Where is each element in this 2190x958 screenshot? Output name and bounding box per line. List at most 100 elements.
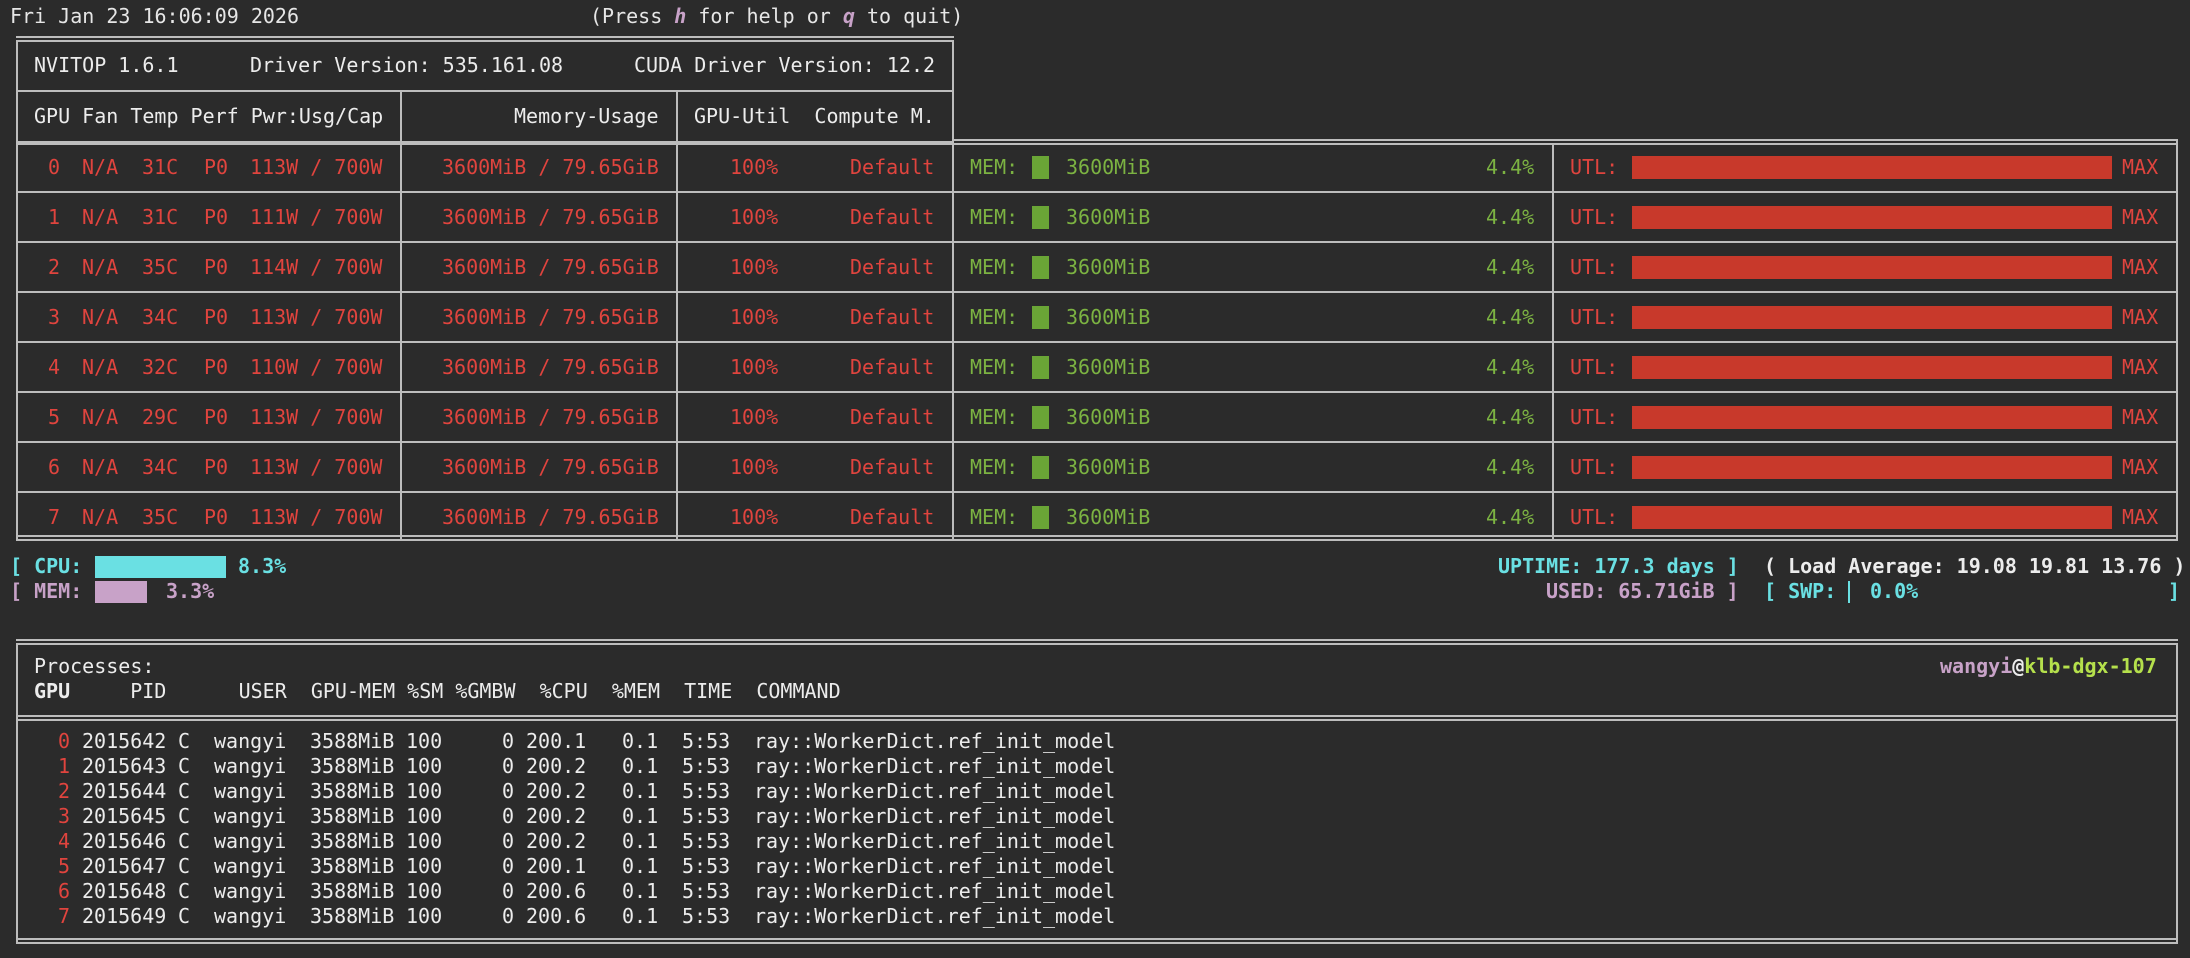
- gpu-mem-bar: [1032, 156, 1049, 179]
- process-row[interactable]: 1 2015643 Cwangyi 3588MiB 100 0 200.2 0.1 5:53 ra…: [0, 754, 2190, 779]
- gpu-util: 100%: [730, 305, 779, 329]
- proc-bottom-rule: [16, 938, 2178, 940]
- gpu-fan: N/A: [82, 255, 119, 279]
- uptime: UPTIME: 177.3 days ]: [1498, 554, 1739, 578]
- hostname: klb-dgx-107: [2024, 654, 2157, 678]
- gpu-temp: 34C: [142, 455, 179, 479]
- proc-gpu-mem: 3588MiB: [310, 829, 395, 853]
- gpu-compute-mode: Default: [850, 205, 935, 229]
- gpu-mem-percent: 4.4%: [1486, 355, 1535, 379]
- gpu-row: 1 N/A 31C P0 111W / 700W 3600MiB / 79.65GiB 10…: [0, 193, 2190, 243]
- right-panel-top-rule: [952, 139, 2178, 141]
- proc-sm: 100: [406, 754, 443, 778]
- proc-header-columns: PID USER GPU-MEM %SM %GMBW %CPU %MEM TIM…: [70, 679, 841, 703]
- col-header-memory: Memory-Usage: [514, 104, 659, 128]
- proc-gpu: 2: [57, 779, 70, 803]
- gpu-util: 100%: [730, 355, 779, 379]
- gpu-index: 7: [47, 505, 60, 529]
- proc-mem: 0.1: [622, 729, 659, 753]
- gpu-mem-percent: 4.4%: [1486, 305, 1535, 329]
- proc-user: wangyi: [214, 754, 287, 778]
- gpu-mem-percent: 4.4%: [1486, 205, 1535, 229]
- gpu-utl-max: MAX: [2122, 155, 2159, 179]
- proc-mem: 0.1: [622, 779, 659, 803]
- process-row[interactable]: 7 2015649 Cwangyi 3588MiB 100 0 200.6 0.1 5:53 ra…: [0, 904, 2190, 929]
- proc-time: 5:53: [682, 729, 731, 753]
- swp-usage-bar: [1848, 581, 1850, 603]
- help-suffix: to quit): [854, 4, 964, 28]
- cpu-label: [ CPU:: [10, 554, 83, 578]
- gpu-mem-bar: [1032, 356, 1049, 379]
- proc-command: ray::WorkerDict.ref_init_model: [754, 854, 1116, 878]
- gpu-util: 100%: [730, 505, 779, 529]
- proc-gpu: 1: [57, 754, 70, 778]
- proc-gmbw: 0: [502, 754, 515, 778]
- proc-gmbw: 0: [502, 729, 515, 753]
- gpu-temp: 35C: [142, 505, 179, 529]
- proc-gpu: 5: [57, 854, 70, 878]
- process-user-owner: wangyi: [1940, 654, 2013, 678]
- proc-pid: 2015643: [82, 754, 167, 778]
- proc-pid: 2015648: [82, 879, 167, 903]
- proc-mem: 0.1: [622, 879, 659, 903]
- process-row[interactable]: 4 2015646 Cwangyi 3588MiB 100 0 200.2 0.1 5:53 ra…: [0, 829, 2190, 854]
- header-divider: [16, 90, 954, 92]
- gpu-mem-used: 3600MiB: [1066, 455, 1151, 479]
- process-row[interactable]: 5 2015647 Cwangyi 3588MiB 100 0 200.1 0.1 5:53 ra…: [0, 854, 2190, 879]
- swp-label: [ SWP:: [1764, 579, 1837, 603]
- proc-gmbw: 0: [502, 779, 515, 803]
- gpu-compute-mode: Default: [850, 255, 935, 279]
- nvitop-version: NVITOP 1.6.1: [34, 53, 179, 77]
- gpu-utl-max: MAX: [2122, 455, 2159, 479]
- gpu-index: 2: [47, 255, 60, 279]
- gpu-compute-mode: Default: [850, 405, 935, 429]
- gpu-power: 113W / 700W: [250, 305, 383, 329]
- proc-user: wangyi: [214, 804, 287, 828]
- proc-command: ray::WorkerDict.ref_init_model: [754, 779, 1116, 803]
- gpu-mem-label: MEM:: [970, 205, 1019, 229]
- process-row[interactable]: 0 2015642 Cwangyi 3588MiB 100 0 200.1 0.1 5:53 ra…: [0, 729, 2190, 754]
- proc-gpu-mem: 3588MiB: [310, 854, 395, 878]
- proc-cpu: 200.2: [526, 804, 587, 828]
- gpu-memory: 3600MiB / 79.65GiB: [442, 305, 659, 329]
- proc-cpu: 200.2: [526, 829, 587, 853]
- process-row[interactable]: 2 2015644 Cwangyi 3588MiB 100 0 200.2 0.1 5:53 ra…: [0, 779, 2190, 804]
- proc-type: C: [178, 804, 191, 828]
- gpu-utl-label: UTL:: [1570, 505, 1619, 529]
- gpu-utl-label: UTL:: [1570, 305, 1619, 329]
- help-hint: (Press h for help or q to quit): [590, 4, 963, 29]
- gpu-mem-used: 3600MiB: [1066, 205, 1151, 229]
- cuda-version: CUDA Driver Version: 12.2: [634, 53, 936, 77]
- proc-gpu-mem: 3588MiB: [310, 879, 395, 903]
- process-row[interactable]: 3 2015645 Cwangyi 3588MiB 100 0 200.2 0.1 5:53 ra…: [0, 804, 2190, 829]
- gpu-utl-max: MAX: [2122, 405, 2159, 429]
- gpu-perf: P0: [204, 305, 229, 329]
- quit-key: q: [842, 4, 855, 28]
- proc-gmbw: 0: [502, 854, 515, 878]
- gpu-mem-bar: [1032, 256, 1049, 279]
- gpu-mem-used: 3600MiB: [1066, 505, 1151, 529]
- process-row[interactable]: 6 2015648 Cwangyi 3588MiB 100 0 200.6 0.1 5:53 ra…: [0, 879, 2190, 904]
- proc-mem: 0.1: [622, 804, 659, 828]
- proc-cpu: 200.2: [526, 754, 587, 778]
- proc-top-rule: [16, 639, 2178, 641]
- gpu-utl-max: MAX: [2122, 355, 2159, 379]
- col-header-util: GPU-Util Compute M.: [694, 104, 935, 128]
- gpu-fan: N/A: [82, 355, 119, 379]
- gpu-compute-mode: Default: [850, 455, 935, 479]
- proc-mem: 0.1: [622, 904, 659, 928]
- gpu-temp: 31C: [142, 155, 179, 179]
- proc-command: ray::WorkerDict.ref_init_model: [754, 879, 1116, 903]
- proc-user: wangyi: [214, 904, 287, 928]
- gpu-compute-mode: Default: [850, 355, 935, 379]
- gpu-utl-label: UTL:: [1570, 205, 1619, 229]
- gpu-mem-bar: [1032, 206, 1049, 229]
- proc-user: wangyi: [214, 854, 287, 878]
- datetime: Fri Jan 23 16:06:09 2026: [10, 4, 299, 28]
- proc-time: 5:53: [682, 804, 731, 828]
- proc-gmbw: 0: [502, 829, 515, 853]
- proc-command: ray::WorkerDict.ref_init_model: [754, 804, 1116, 828]
- gpu-utl-max: MAX: [2122, 255, 2159, 279]
- user-host: wangyi@klb-dgx-107: [1940, 654, 2157, 679]
- proc-time: 5:53: [682, 754, 731, 778]
